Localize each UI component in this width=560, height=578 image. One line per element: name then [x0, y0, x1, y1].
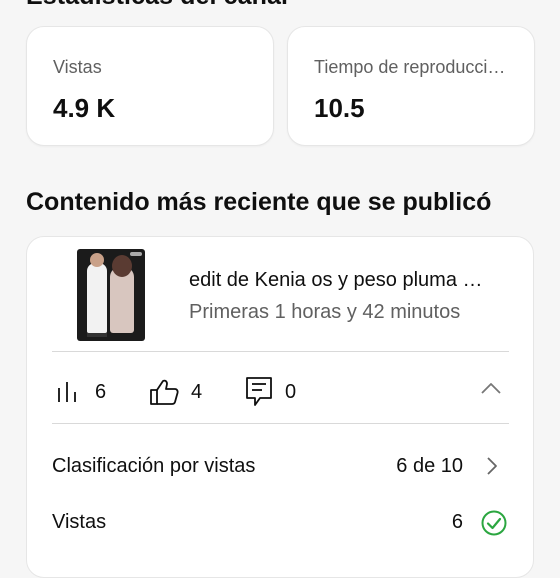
thumbs-up-icon — [150, 379, 179, 405]
video-title[interactable]: edit de Kenia os y peso pluma … — [189, 269, 519, 292]
comments-count: 0 — [285, 380, 297, 403]
rank-value: 6 de 10 — [396, 455, 463, 477]
views-value: 6 — [451, 511, 463, 533]
divider — [52, 351, 509, 352]
comments-metric: 0 — [245, 377, 296, 407]
recent-content-title: Contenido más reciente que se publicó — [26, 188, 492, 216]
stat-label: Vistas — [53, 57, 102, 77]
likes-count: 4 — [191, 380, 203, 403]
views-count: 6 — [95, 380, 107, 403]
divider — [52, 423, 509, 424]
rank-label: Clasificación por vistas — [52, 455, 256, 477]
stat-label: Tiempo de reproducci… — [314, 57, 506, 77]
channel-stats-title: Estadísticas del canal — [26, 0, 288, 11]
video-thumbnail[interactable] — [77, 249, 145, 341]
stat-value: 4.9 K — [53, 93, 116, 123]
comment-icon — [246, 377, 272, 406]
video-published-time: Primeras 1 horas y 42 minutos — [189, 301, 461, 323]
recent-content-card: edit de Kenia os y peso pluma … Primeras… — [26, 236, 534, 578]
bar-chart-icon — [58, 382, 76, 402]
likes-metric: 4 — [149, 377, 202, 407]
stat-value: 10.5 — [314, 93, 365, 123]
stat-card-watch-time[interactable]: Tiempo de reproducci… 10.5 — [287, 26, 535, 146]
views-metric: 6 — [57, 377, 106, 407]
chevron-right-icon[interactable] — [485, 455, 499, 477]
check-circle-icon — [481, 510, 507, 536]
views-label: Vistas — [52, 511, 107, 533]
chevron-up-icon[interactable] — [479, 377, 503, 401]
stat-card-views[interactable]: Vistas 4.9 K — [26, 26, 274, 146]
